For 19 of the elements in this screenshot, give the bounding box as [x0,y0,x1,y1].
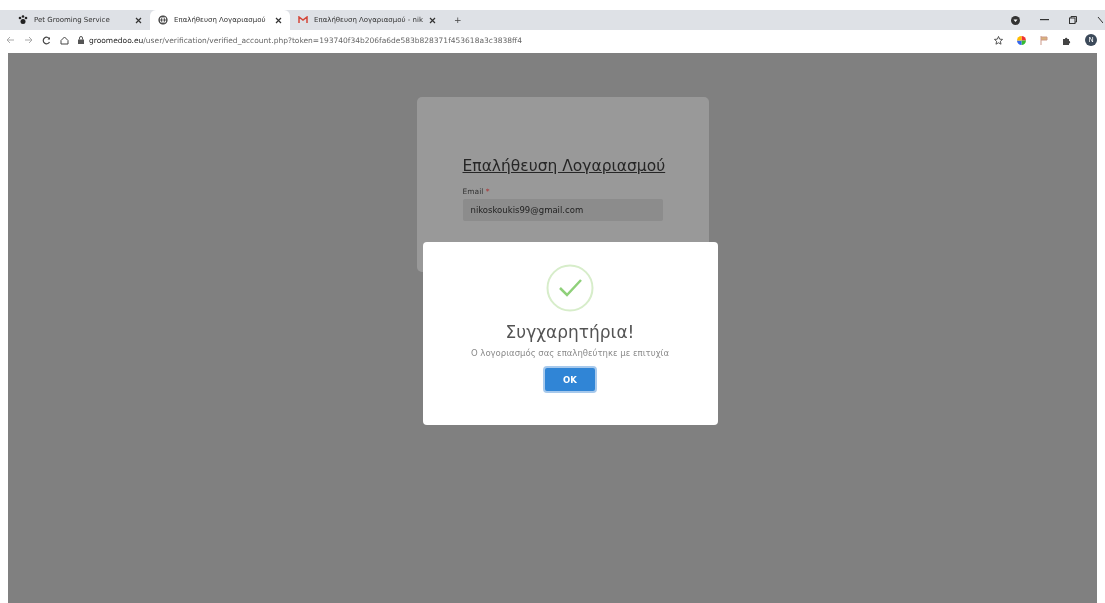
checkmark-circle-icon [546,264,594,312]
lock-icon [78,36,84,44]
paw-icon [18,15,28,25]
color-wheel-icon[interactable] [1017,35,1026,45]
puzzle-icon[interactable] [1062,35,1071,45]
home-icon[interactable] [60,35,69,45]
restore-icon[interactable] [1069,16,1077,24]
reload-icon[interactable] [42,35,51,45]
ok-button[interactable]: OK [543,366,597,393]
star-icon[interactable] [994,35,1003,45]
globe-icon [158,15,168,25]
account-menu-icon[interactable] [1011,15,1020,25]
mail-logo-icon [298,16,308,24]
minimize-icon[interactable] [1040,19,1049,21]
dialog-title: Συγχαρητήρια! [505,322,635,342]
card-title: Επαλήθευση Λογαριασμού [462,157,663,175]
new-tab-button[interactable]: + [453,15,462,25]
email-field[interactable]: nikoskoukis99@gmail.com [462,199,663,221]
dialog-message: Ο λογοριασμός σας επαληθεύτηκε με επιτυχία [470,348,670,358]
